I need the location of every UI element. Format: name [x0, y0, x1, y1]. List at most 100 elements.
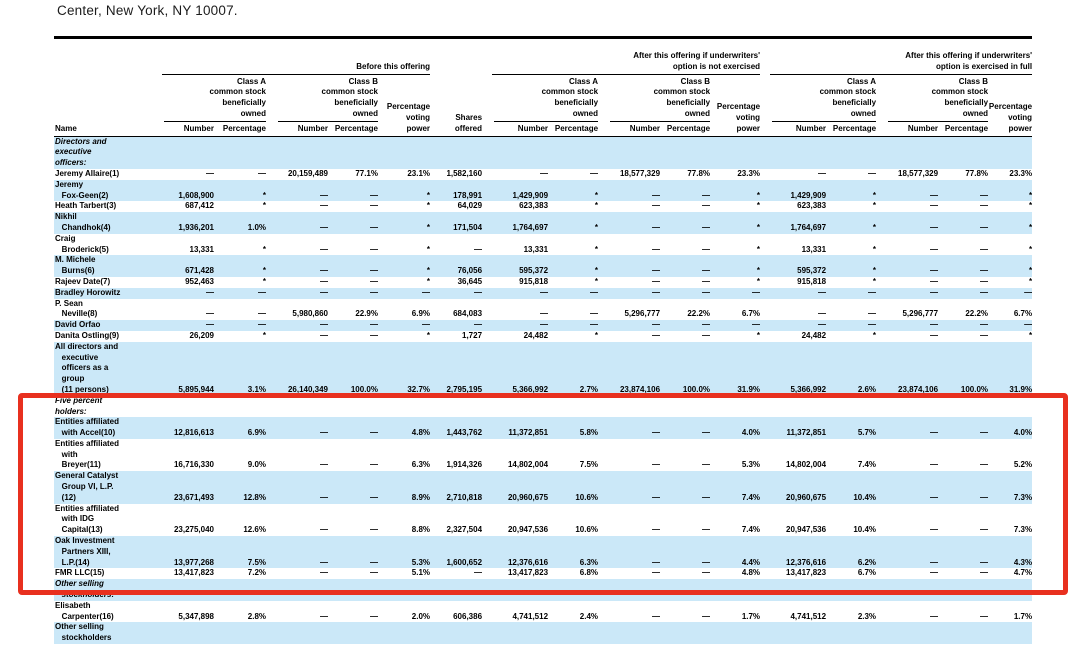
cell-value: [710, 622, 760, 644]
subgroup-label: Class B common stock beneficially owned: [278, 77, 378, 122]
cell-value: 2.6%: [826, 342, 876, 396]
table-row: Danita Ostling(9)26,209*——*1,72724,482*—…: [54, 331, 1032, 342]
cell-value: —: [266, 601, 328, 623]
cell-value: 76,056: [430, 255, 482, 277]
cell-value: —: [938, 201, 988, 212]
col-header-percentage: Percentage: [826, 122, 876, 136]
cell-value: 1,764,697: [760, 212, 826, 234]
cell-value: 5.1%: [378, 568, 430, 579]
cell-value: 7.5%: [214, 536, 266, 568]
table-row: Heath Tarbert(3)687,412*——*64,029623,383…: [54, 201, 1032, 212]
cell-value: 1,582,160: [430, 169, 482, 180]
col-header-voting-power: Percentage voting power: [378, 75, 430, 136]
cell-value: 100.0%: [660, 342, 710, 396]
cell-value: 171,504: [430, 212, 482, 234]
cell-value: 6.9%: [378, 299, 430, 321]
cell-value: 100.0%: [938, 342, 988, 396]
cell-value: 10.6%: [548, 504, 598, 536]
cell-value: —: [266, 288, 328, 299]
cell-value: 23.3%: [988, 169, 1032, 180]
cell-value: 5.3%: [710, 439, 760, 471]
cell-value: —: [876, 417, 938, 439]
cell-value: 14,802,004: [760, 439, 826, 471]
cell-value: —: [876, 320, 938, 331]
cell-value: —: [710, 288, 760, 299]
cell-value: —: [328, 277, 378, 288]
cell-value: —: [660, 601, 710, 623]
cell-value: —: [266, 320, 328, 331]
cell-value: —: [876, 568, 938, 579]
cell-value: 7.4%: [710, 504, 760, 536]
cell-value: 20,960,675: [482, 471, 548, 503]
cell-value: —: [876, 536, 938, 568]
col-header-percentage: Percentage: [938, 122, 988, 136]
cell-value: —: [938, 471, 988, 503]
cell-value: *: [826, 331, 876, 342]
table-row: All directors and executive officers as …: [54, 342, 1032, 396]
cell-value: —: [328, 536, 378, 568]
col-subgroup-class-b: Class B common stock beneficially owned: [598, 75, 710, 122]
cell-value: 23,874,106: [876, 342, 938, 396]
cell-value: *: [548, 212, 598, 234]
cell-value: —: [328, 471, 378, 503]
cell-value: —: [328, 439, 378, 471]
cell-value: 10.4%: [826, 504, 876, 536]
cell-value: *: [214, 180, 266, 202]
cell-value: *: [214, 277, 266, 288]
table-row: Rajeev Date(7)952,463*——*36,645915,818*—…: [54, 277, 1032, 288]
cell-value: 671,428: [152, 255, 214, 277]
table-row: Nikhil Chandhok(4)1,936,2011.0%——*171,50…: [54, 212, 1032, 234]
cell-value: —: [152, 320, 214, 331]
cell-value: —: [760, 288, 826, 299]
cell-value: *: [826, 212, 876, 234]
cell-value: 1.7%: [988, 601, 1032, 623]
cell-value: [660, 622, 710, 644]
row-name: David Orfao: [54, 320, 152, 331]
cell-value: —: [760, 320, 826, 331]
cell-value: 20,960,675: [760, 471, 826, 503]
cell-value: 24,482: [482, 331, 548, 342]
cell-value: 6.3%: [378, 439, 430, 471]
cell-value: *: [214, 255, 266, 277]
col-header-number: Number: [482, 122, 548, 136]
cell-value: 11,372,851: [760, 417, 826, 439]
cell-value: 687,412: [152, 201, 214, 212]
cell-value: 8.8%: [378, 504, 430, 536]
cell-value: —: [378, 320, 430, 331]
cell-value: —: [598, 255, 660, 277]
cell-value: —: [328, 331, 378, 342]
cell-value: —: [598, 234, 660, 256]
cell-value: *: [988, 255, 1032, 277]
row-name: Nikhil Chandhok(4): [54, 212, 152, 234]
cell-value: 13,417,823: [152, 568, 214, 579]
cell-value: —: [876, 601, 938, 623]
cell-value: 23,874,106: [598, 342, 660, 396]
cell-value: —: [876, 331, 938, 342]
cell-value: *: [378, 180, 430, 202]
cell-value: 178,991: [430, 180, 482, 202]
col-header-number: Number: [876, 122, 938, 136]
cell-value: —: [988, 288, 1032, 299]
cell-value: —: [598, 601, 660, 623]
cell-value: 64,029: [430, 201, 482, 212]
row-name: Other selling stockholders: [54, 622, 152, 644]
col-header-percentage: Percentage: [214, 122, 266, 136]
cell-value: [760, 622, 826, 644]
cell-value: 8.9%: [378, 471, 430, 503]
cell-value: 9.0%: [214, 439, 266, 471]
cell-value: [430, 622, 482, 644]
cell-value: —: [938, 320, 988, 331]
cell-value: *: [378, 331, 430, 342]
cell-value: [938, 622, 988, 644]
cell-value: —: [660, 234, 710, 256]
cell-value: —: [938, 180, 988, 202]
cell-value: 7.4%: [710, 471, 760, 503]
cell-value: —: [266, 277, 328, 288]
cell-value: —: [876, 234, 938, 256]
cell-value: *: [548, 201, 598, 212]
cell-value: —: [266, 234, 328, 256]
row-name: FMR LLC(15): [54, 568, 152, 579]
cell-value: 5,347,898: [152, 601, 214, 623]
table-row: Oak Investment Partners XIII, L.P.(14)13…: [54, 536, 1032, 568]
cell-value: 20,947,536: [760, 504, 826, 536]
